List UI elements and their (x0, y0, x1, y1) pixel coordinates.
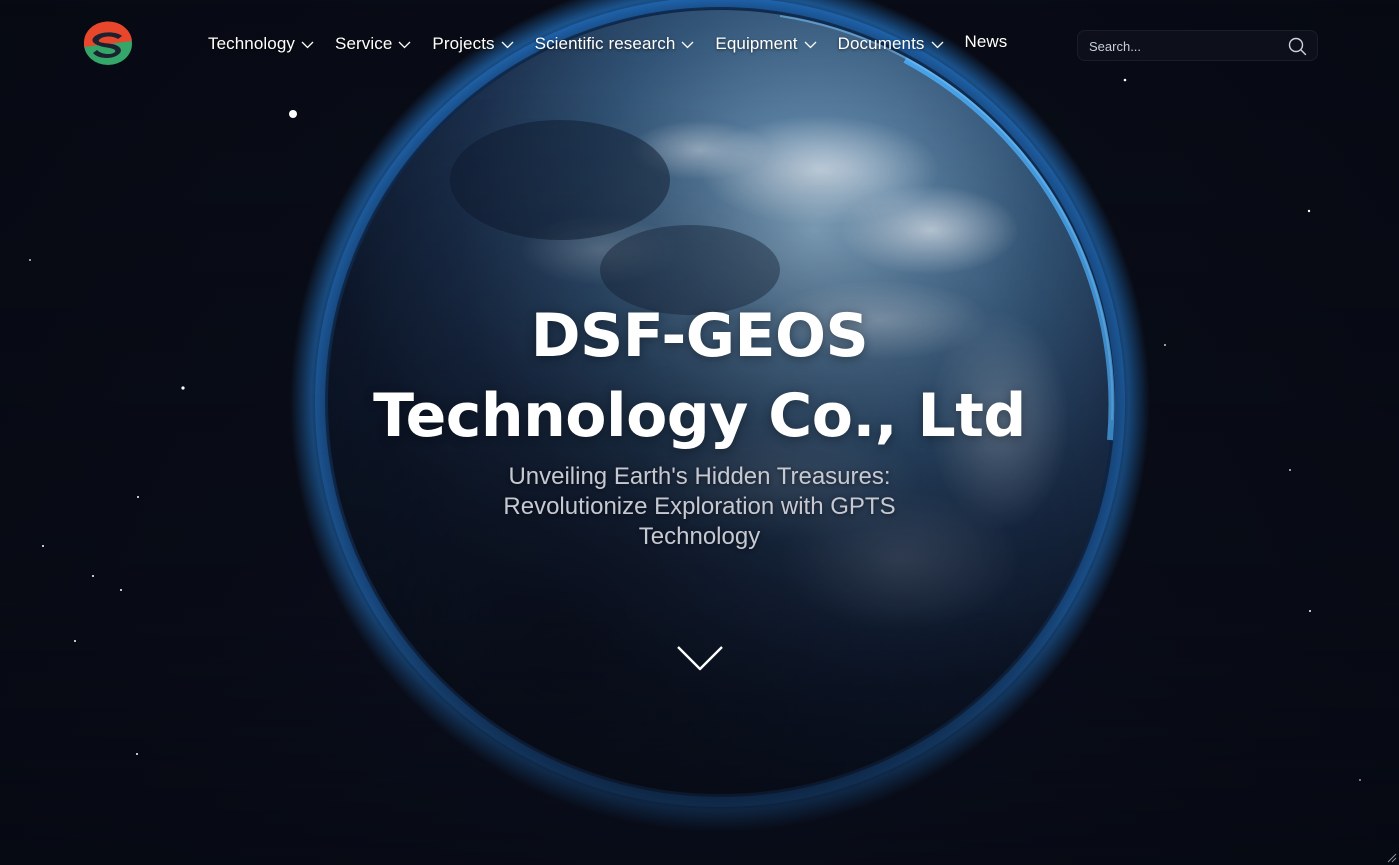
hero-subtitle: Unveiling Earth's Hidden Treasures: Revo… (503, 463, 896, 550)
nav-label: Projects (432, 34, 495, 53)
chevron-down-icon (804, 41, 817, 48)
search-icon[interactable] (1288, 37, 1307, 56)
chevron-down-icon[interactable] (676, 643, 724, 673)
nav-item-equipment[interactable]: Equipment (715, 34, 817, 54)
chevron-down-icon (931, 41, 943, 48)
top-navigation-bar: Technology Service Projects Scientific r… (0, 0, 1399, 92)
nav-label: Technology (208, 34, 296, 53)
search-box (1077, 30, 1318, 62)
hero-title-line-2: Technology Co., Ltd (373, 381, 1026, 451)
nav-label: Documents (837, 34, 925, 53)
search-input[interactable] (1087, 31, 1281, 62)
hero-title-line-1: DSF-GEOS (530, 301, 869, 371)
hero-section: Technology Service Projects Scientific r… (0, 0, 1399, 865)
main-nav: Technology Service Projects Scientific r… (208, 32, 1008, 54)
nav-label: Service (335, 34, 393, 53)
nav-item-documents[interactable]: Documents (838, 34, 944, 54)
chevron-down-icon (501, 41, 514, 48)
chevron-down-icon (301, 41, 314, 48)
hero-content: DSF-GEOS Technology Co., Ltd Unveiling E… (0, 296, 1399, 552)
nav-item-scientific-research[interactable]: Scientific research (535, 34, 695, 54)
chevron-down-icon (681, 41, 694, 48)
nav-item-news[interactable]: News (965, 32, 1008, 52)
nav-item-technology[interactable]: Technology (208, 34, 314, 54)
chevron-down-icon (398, 41, 411, 48)
nav-label: Scientific research (534, 34, 676, 53)
nav-item-service[interactable]: Service (335, 34, 411, 54)
company-logo[interactable] (82, 21, 134, 67)
nav-label: News (964, 32, 1008, 51)
hero-title: DSF-GEOS Technology Co., Ltd (0, 296, 1399, 456)
nav-item-projects[interactable]: Projects (432, 34, 514, 54)
resize-grip-icon (1387, 853, 1397, 863)
nav-label: Equipment (715, 34, 798, 53)
